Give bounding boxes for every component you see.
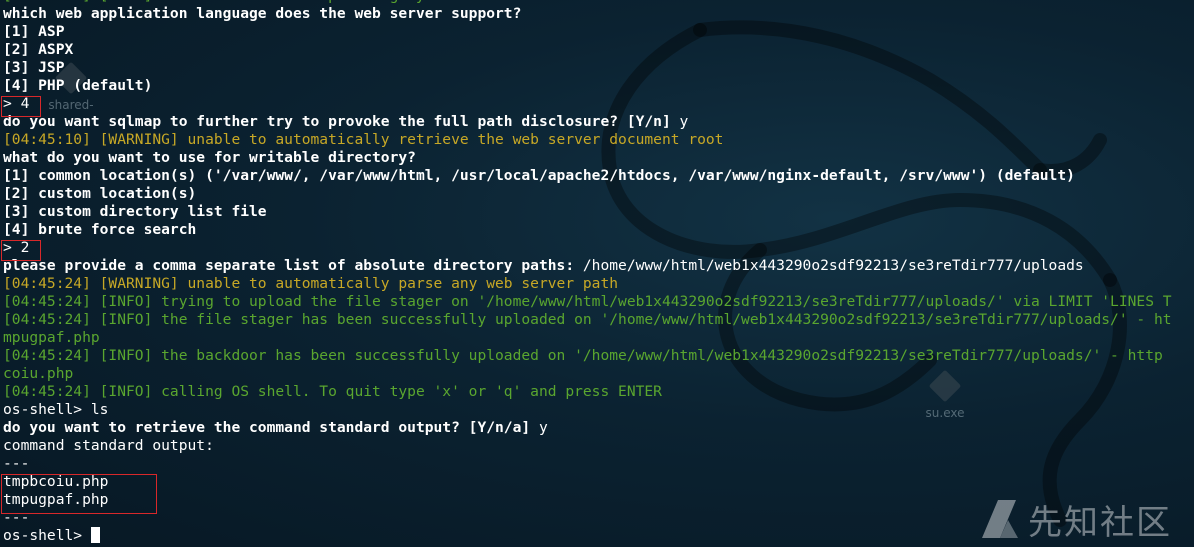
- terminal-text: mpugpaf.php: [3, 329, 100, 346]
- terminal-text: [04:45:24] [INFO] the backdoor has been …: [3, 347, 1163, 364]
- terminal-line: what do you want to use for writable dir…: [3, 149, 1194, 167]
- terminal-line: > 2: [3, 239, 1194, 257]
- terminal-line: [2] ASPX: [3, 41, 1194, 59]
- terminal-text: which web application language does the …: [3, 5, 522, 22]
- terminal-text: command standard output:: [3, 437, 214, 454]
- terminal-text: ---: [3, 455, 30, 472]
- terminal-text: [2] custom location(s): [3, 185, 197, 202]
- terminal-line: [4] brute force search: [3, 221, 1194, 239]
- terminal-line: [04:45:24] [INFO] calling OS shell. To q…: [3, 383, 1194, 401]
- terminal-text: [4] brute force search: [3, 221, 197, 238]
- terminal-text: /home/www/html/web1x443290o2sdf92213/se3…: [582, 257, 1084, 274]
- terminal-text: please provide a comma separate list of …: [3, 257, 583, 274]
- terminal-line: [3] JSP: [3, 59, 1194, 77]
- terminal-line: please provide a comma separate list of …: [3, 257, 1194, 275]
- terminal-line: which web application language does the …: [3, 5, 1194, 23]
- terminal-text: [04:45:10] [INFO] the back-end DBMS oper…: [3, 0, 539, 4]
- terminal-text: os-shell>: [3, 527, 91, 544]
- terminal-line: mpugpaf.php: [3, 329, 1194, 347]
- terminal-line: [1] common location(s) ('/var/www/, /var…: [3, 167, 1194, 185]
- terminal-text: > 2: [3, 239, 30, 256]
- terminal-text: > 4: [3, 95, 30, 112]
- terminal-text: [04:45:24] [INFO] calling OS shell. To q…: [3, 383, 662, 400]
- terminal-text: y: [679, 113, 689, 130]
- watermark: 先知社区: [978, 496, 1172, 543]
- terminal-text: do you want sqlmap to further try to pro…: [3, 113, 680, 130]
- terminal-line: [04:45:24] [INFO] trying to upload the f…: [3, 293, 1194, 311]
- terminal-text: y: [538, 419, 548, 436]
- terminal-text: [04:45:24] [INFO] trying to upload the f…: [3, 293, 1172, 310]
- terminal-line: [04:45:24] [INFO] the file stager has be…: [3, 311, 1194, 329]
- terminal-text: [04:45:24] [INFO] the file stager has be…: [3, 311, 1172, 328]
- terminal-line: [04:45:24] [WARNING] unable to automatic…: [3, 275, 1194, 293]
- terminal-line: [4] PHP (default): [3, 77, 1194, 95]
- terminal-line: os-shell> ls: [3, 401, 1194, 419]
- terminal-line: ---: [3, 455, 1194, 473]
- terminal-line: coiu.php: [3, 365, 1194, 383]
- terminal-text: [4] PHP (default): [3, 77, 153, 94]
- terminal-line: tmpbcoiu.php: [3, 473, 1194, 491]
- terminal-line: [04:45:24] [INFO] the backdoor has been …: [3, 347, 1194, 365]
- terminal-text: coiu.php: [3, 365, 74, 382]
- text-cursor[interactable]: [90, 527, 100, 543]
- terminal-window[interactable]: shared- su.exe [04:45:10] [INFO] the bac…: [0, 0, 1194, 547]
- terminal-text: [1] ASP: [3, 23, 65, 40]
- terminal-line: command standard output:: [3, 437, 1194, 455]
- terminal-output: [04:45:10] [INFO] the back-end DBMS oper…: [3, 0, 1194, 545]
- terminal-text: what do you want to use for writable dir…: [3, 149, 416, 166]
- terminal-text: tmpugpaf.php: [3, 491, 109, 508]
- terminal-text: [3] custom directory list file: [3, 203, 267, 220]
- terminal-text: [1] common location(s) ('/var/www/, /var…: [3, 167, 1075, 184]
- terminal-text: [04:45:24] [WARNING] unable to automatic…: [3, 275, 619, 292]
- terminal-line: do you want to retrieve the command stan…: [3, 419, 1194, 437]
- terminal-text: [3] JSP: [3, 59, 65, 76]
- xianzhi-logo-icon: [982, 500, 1018, 538]
- terminal-line: [2] custom location(s): [3, 185, 1194, 203]
- terminal-line: do you want sqlmap to further try to pro…: [3, 113, 1194, 131]
- terminal-line: [04:45:10] [WARNING] unable to automatic…: [3, 131, 1194, 149]
- terminal-line: [3] custom directory list file: [3, 203, 1194, 221]
- terminal-text: [04:45:10] [WARNING] unable to automatic…: [3, 131, 724, 148]
- terminal-line: > 4: [3, 95, 1194, 113]
- terminal-text: os-shell> ls: [3, 401, 109, 418]
- terminal-line: [1] ASP: [3, 23, 1194, 41]
- terminal-text: tmpbcoiu.php: [3, 473, 109, 490]
- terminal-text: ---: [3, 509, 30, 526]
- terminal-text: do you want to retrieve the command stan…: [3, 419, 539, 436]
- terminal-text: [2] ASPX: [3, 41, 74, 58]
- watermark-text: 先知社区: [1028, 502, 1172, 543]
